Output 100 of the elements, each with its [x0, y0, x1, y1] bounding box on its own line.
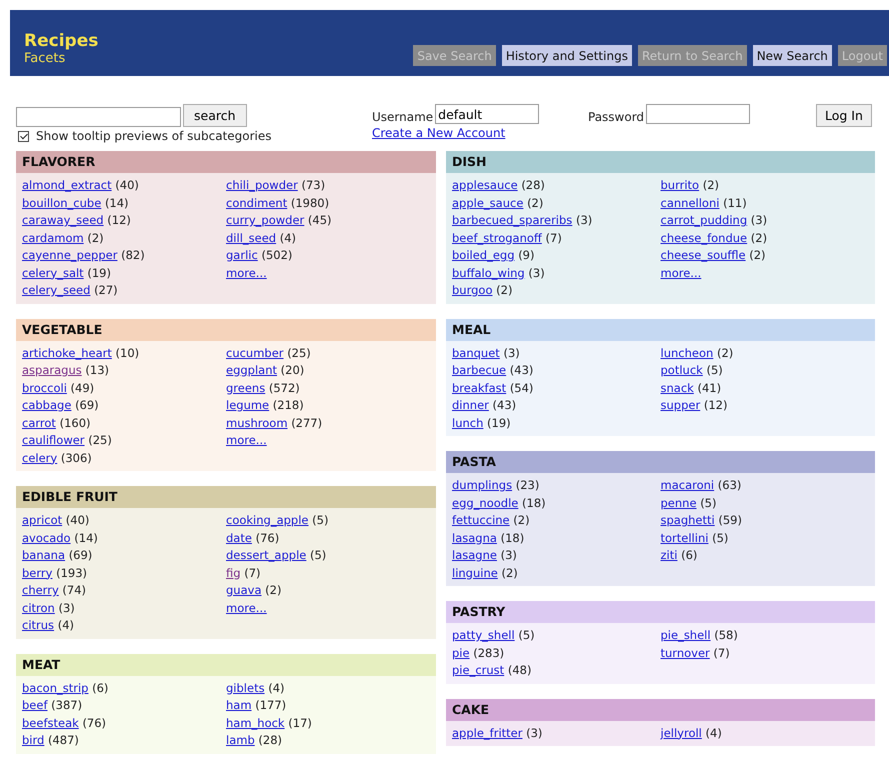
category-link[interactable]: giblets [226, 680, 265, 694]
category-link[interactable]: apricot [22, 513, 62, 527]
more-link[interactable]: more... [226, 266, 267, 280]
more-link[interactable]: more... [660, 266, 702, 280]
category-link[interactable]: macaroni [660, 478, 714, 492]
category-link[interactable]: supper [660, 398, 700, 412]
category-link[interactable]: legume [226, 398, 270, 412]
category-link[interactable]: celery_salt [22, 266, 84, 280]
category-link[interactable]: applesauce [452, 178, 518, 192]
category-link[interactable]: broccoli [22, 380, 67, 394]
category-link[interactable]: guava [226, 583, 262, 597]
category-link[interactable]: cannelloni [660, 196, 720, 210]
more-link[interactable]: more... [226, 600, 267, 614]
category-link[interactable]: condiment [226, 196, 288, 210]
category-link[interactable]: potluck [660, 363, 703, 377]
category-link[interactable]: berry [22, 566, 52, 580]
category-link[interactable]: almond_extract [22, 178, 112, 192]
category-link[interactable]: cooking_apple [226, 513, 309, 527]
category-link[interactable]: celery [22, 450, 58, 464]
category-link[interactable]: citrus [22, 618, 54, 632]
category-link[interactable]: ziti [660, 548, 678, 562]
category-link[interactable]: spaghetti [660, 513, 715, 527]
category-link[interactable]: pie [452, 646, 470, 660]
category-link[interactable]: barbecue [452, 363, 506, 377]
category-link[interactable]: snack [660, 380, 694, 394]
category-link[interactable]: beef_stroganoff [452, 230, 542, 244]
category-link[interactable]: lamb [226, 733, 255, 747]
login-button[interactable]: Log In [816, 104, 872, 127]
category-link[interactable]: ham_hock [226, 716, 285, 730]
category-link[interactable]: cheese_souffle [660, 248, 746, 262]
category-link[interactable]: lunch [452, 416, 484, 430]
password-field[interactable] [646, 104, 750, 124]
category-link[interactable]: apple_fritter [452, 726, 522, 740]
category-link[interactable]: apple_sauce [452, 196, 524, 210]
category-link[interactable]: celery_seed [22, 283, 90, 297]
category-link[interactable]: citron [22, 600, 55, 614]
search-button[interactable]: search [183, 104, 247, 127]
category-link[interactable]: dessert_apple [226, 548, 306, 562]
category-link[interactable]: pie_crust [452, 663, 504, 677]
category-count: (18) [500, 530, 524, 544]
category-link[interactable]: cayenne_pepper [22, 248, 118, 262]
nav-button[interactable]: New Search [752, 45, 832, 66]
checkbox[interactable] [18, 130, 29, 142]
category-link[interactable]: dill_seed [226, 230, 276, 244]
category-link[interactable]: beefsteak [22, 716, 79, 730]
password-label: Password [588, 110, 644, 124]
category-link[interactable]: breakfast [452, 380, 506, 394]
category-link[interactable]: dinner [452, 398, 489, 412]
category-link[interactable]: date [226, 530, 252, 544]
category-link[interactable]: patty_shell [452, 628, 515, 642]
nav-button[interactable]: History and Settings [502, 45, 632, 66]
category-link[interactable]: beef [22, 698, 48, 712]
category-link[interactable]: boiled_egg [452, 248, 515, 262]
category-link[interactable]: luncheon [660, 346, 714, 360]
username-field[interactable]: default [435, 104, 540, 124]
category-link[interactable]: banquet [452, 346, 500, 360]
category-link[interactable]: burrito [660, 178, 700, 192]
category-link[interactable]: pie_shell [660, 628, 711, 642]
category-link[interactable]: chili_powder [226, 178, 298, 192]
category-link[interactable]: cabbage [22, 398, 72, 412]
category-link[interactable]: burgoo [452, 283, 492, 297]
category-link[interactable]: lasagne [452, 548, 497, 562]
category-link[interactable]: jellyroll [660, 726, 702, 740]
category-link[interactable]: cheese_fondue [660, 230, 748, 244]
category-link[interactable]: fettuccine [452, 513, 510, 527]
category-link[interactable]: avocado [22, 530, 71, 544]
category-link[interactable]: dumplings [452, 478, 512, 492]
category-link[interactable]: linguine [452, 566, 498, 580]
category-link[interactable]: buffalo_wing [452, 266, 525, 280]
category-link[interactable]: barbecued_spareribs [452, 213, 572, 227]
category-link[interactable]: carrot [22, 416, 56, 430]
category-link[interactable]: cardamom [22, 230, 84, 244]
category-link[interactable]: garlic [226, 248, 258, 262]
create-account-link[interactable]: Create a New Account [372, 126, 506, 140]
category-link[interactable]: fig [226, 566, 241, 580]
category-link[interactable]: greens [226, 380, 266, 394]
category-link[interactable]: cherry [22, 583, 59, 597]
category-link[interactable]: ham [226, 698, 252, 712]
category-link[interactable]: bacon_strip [22, 680, 88, 694]
category-link[interactable]: penne [660, 496, 697, 510]
category-link[interactable]: bouillon_cube [22, 196, 102, 210]
category-link[interactable]: curry_powder [226, 213, 304, 227]
category-link[interactable]: mushroom [226, 416, 288, 430]
category-link[interactable]: egg_noodle [452, 496, 518, 510]
category-link[interactable]: lasagna [452, 530, 497, 544]
category-link[interactable]: carrot_pudding [660, 213, 748, 227]
category-count: (12) [704, 398, 728, 412]
category-link[interactable]: asparagus [22, 363, 82, 377]
search-field[interactable] [16, 107, 181, 127]
category-link[interactable]: turnover [660, 646, 710, 660]
category-link[interactable]: cauliflower [22, 433, 85, 447]
category-link[interactable]: bird [22, 733, 44, 747]
category-link[interactable]: eggplant [226, 363, 278, 377]
more-link[interactable]: more... [226, 433, 267, 447]
category-link[interactable]: tortellini [660, 530, 708, 544]
category-link[interactable]: caraway_seed [22, 213, 104, 227]
category-link[interactable]: artichoke_heart [22, 346, 112, 360]
category-link[interactable]: banana [22, 548, 66, 562]
category-link[interactable]: cucumber [226, 346, 284, 360]
category-count: (40) [66, 513, 90, 527]
